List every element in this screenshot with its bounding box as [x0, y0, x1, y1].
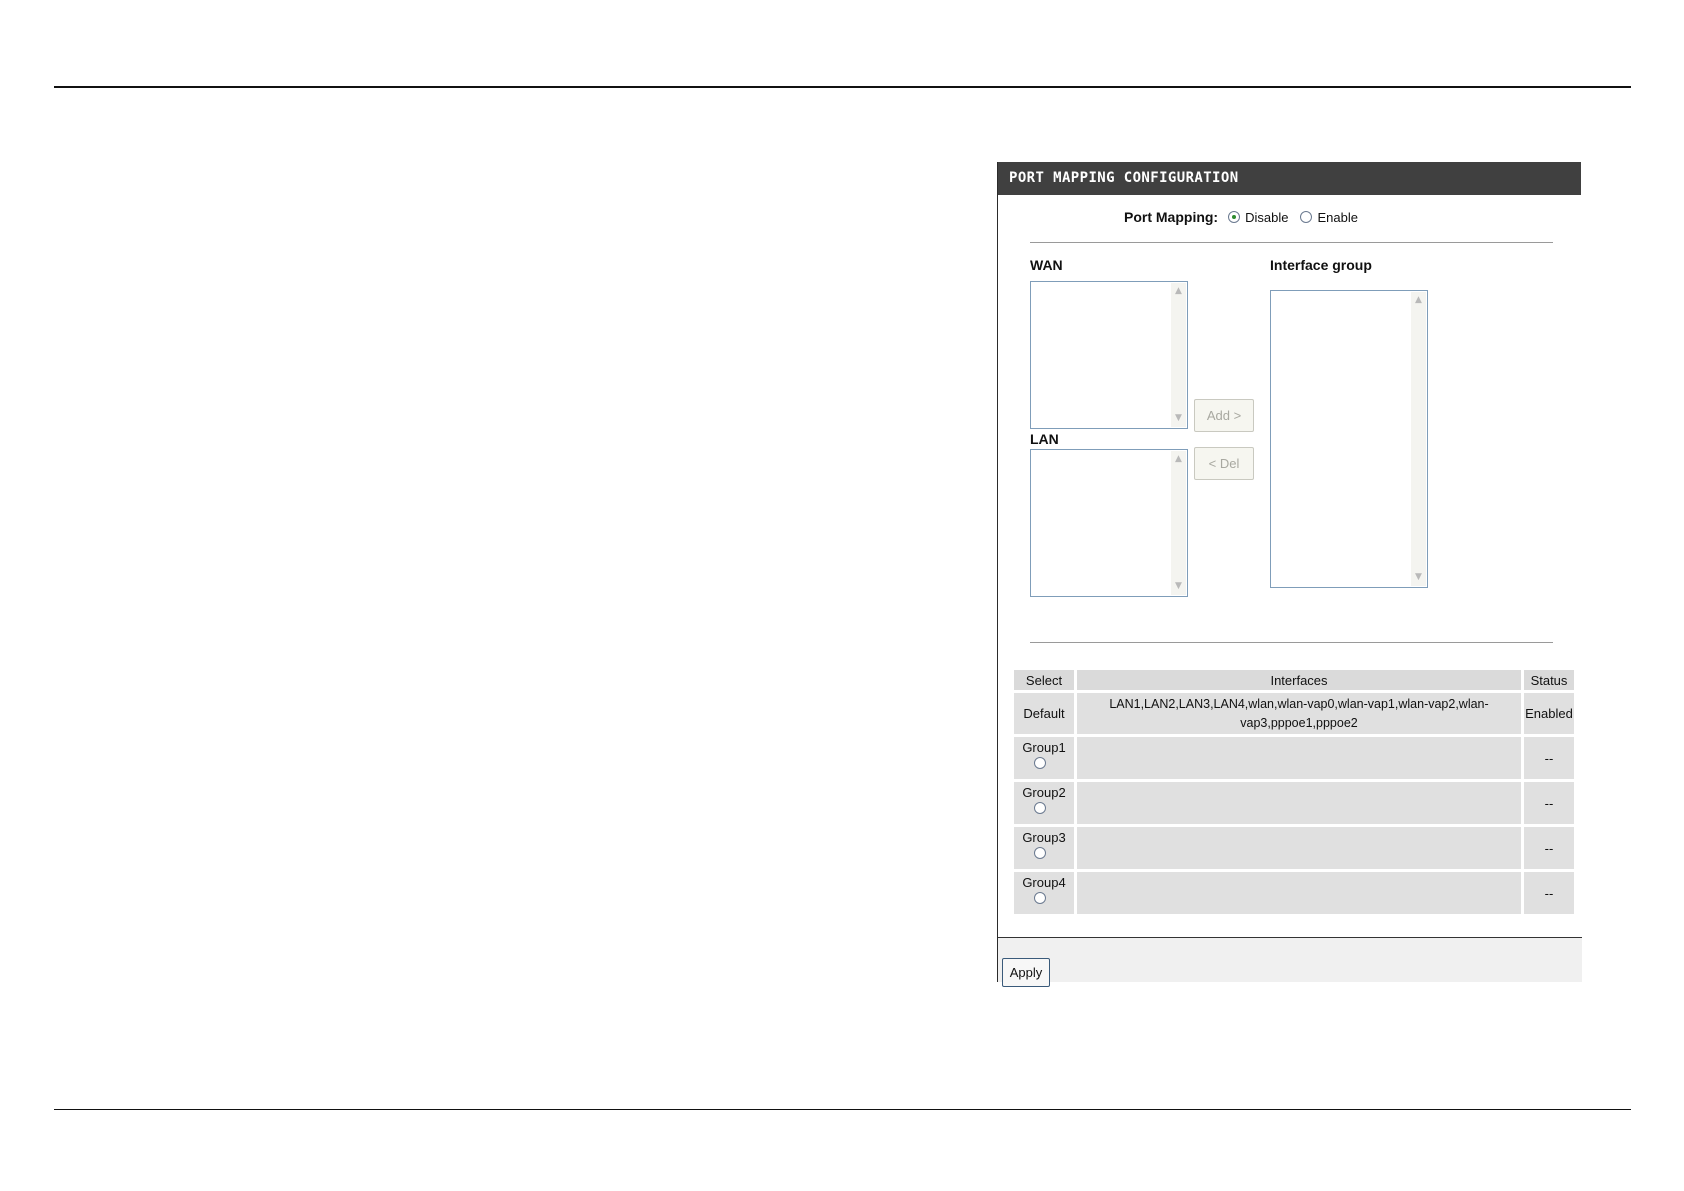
table-row: Group4 -- — [1014, 872, 1574, 914]
group-label: Group3 — [1022, 830, 1066, 845]
table-header-row: Select Interfaces Status — [1014, 670, 1574, 690]
top-divider — [54, 86, 1631, 88]
group-radio[interactable] — [1034, 802, 1046, 814]
row-interfaces — [1077, 872, 1521, 914]
disable-radio[interactable] — [1228, 211, 1241, 223]
divider — [1030, 242, 1553, 243]
group-table: Select Interfaces Status Default LAN1,LA… — [1011, 667, 1577, 917]
row-interfaces: LAN1,LAN2,LAN3,LAN4,wlan,wlan-vap0,wlan-… — [1077, 693, 1521, 734]
row-status: -- — [1524, 782, 1574, 824]
table-row: Group1 -- — [1014, 737, 1574, 779]
table-row: Group3 -- — [1014, 827, 1574, 869]
group-label: Group4 — [1022, 875, 1066, 890]
row-select: Group1 — [1014, 737, 1074, 779]
row-interfaces — [1077, 737, 1521, 779]
row-status: -- — [1524, 737, 1574, 779]
wan-listbox[interactable]: ▲ ▼ — [1030, 281, 1188, 429]
port-mapping-mode: Port Mapping: Disable Enable — [1124, 209, 1370, 225]
row-status: -- — [1524, 872, 1574, 914]
enable-radio[interactable] — [1300, 211, 1313, 223]
group-label: Group1 — [1022, 740, 1066, 755]
interface-group-label: Interface group — [1270, 257, 1372, 273]
row-select: Group2 — [1014, 782, 1074, 824]
interface-group-listbox[interactable]: ▲ ▼ — [1270, 290, 1428, 588]
row-status: Enabled — [1524, 693, 1574, 734]
chevron-up-icon[interactable]: ▲ — [1413, 294, 1424, 307]
panel-title: PORT MAPPING CONFIGURATION — [998, 162, 1581, 195]
chevron-down-icon[interactable]: ▼ — [1173, 580, 1184, 593]
interface-group-scrollbar[interactable]: ▲ ▼ — [1411, 292, 1426, 586]
port-mapping-panel: PORT MAPPING CONFIGURATION Port Mapping:… — [997, 162, 1582, 987]
group-radio[interactable] — [1034, 757, 1046, 769]
row-select: Group4 — [1014, 872, 1074, 914]
header-interfaces: Interfaces — [1077, 670, 1521, 690]
divider — [1030, 642, 1553, 643]
lan-scrollbar[interactable]: ▲ ▼ — [1171, 451, 1186, 595]
header-select: Select — [1014, 670, 1074, 690]
table-row: Default LAN1,LAN2,LAN3,LAN4,wlan,wlan-va… — [1014, 693, 1574, 734]
chevron-down-icon[interactable]: ▼ — [1173, 412, 1184, 425]
group-label: Group2 — [1022, 785, 1066, 800]
wan-label: WAN — [1030, 257, 1063, 273]
chevron-up-icon[interactable]: ▲ — [1173, 285, 1184, 298]
row-select: Group3 — [1014, 827, 1074, 869]
apply-button[interactable]: Apply — [1002, 958, 1050, 987]
header-status: Status — [1524, 670, 1574, 690]
chevron-up-icon[interactable]: ▲ — [1173, 453, 1184, 466]
lan-label: LAN — [1030, 431, 1059, 447]
disable-option-label: Disable — [1245, 209, 1289, 225]
del-button[interactable]: < Del — [1194, 447, 1254, 480]
row-status: -- — [1524, 827, 1574, 869]
enable-option-label: Enable — [1317, 209, 1358, 225]
row-interfaces — [1077, 827, 1521, 869]
table-row: Group2 -- — [1014, 782, 1574, 824]
add-button[interactable]: Add > — [1194, 399, 1254, 432]
group-radio[interactable] — [1034, 892, 1046, 904]
footer-bar: Apply — [998, 937, 1582, 987]
row-interfaces — [1077, 782, 1521, 824]
bottom-divider — [54, 1109, 1631, 1110]
chevron-down-icon[interactable]: ▼ — [1413, 571, 1424, 584]
group-radio[interactable] — [1034, 847, 1046, 859]
wan-scrollbar[interactable]: ▲ ▼ — [1171, 283, 1186, 427]
row-select: Default — [1014, 693, 1074, 734]
lan-listbox[interactable]: ▲ ▼ — [1030, 449, 1188, 597]
port-mapping-label: Port Mapping: — [1124, 209, 1219, 225]
